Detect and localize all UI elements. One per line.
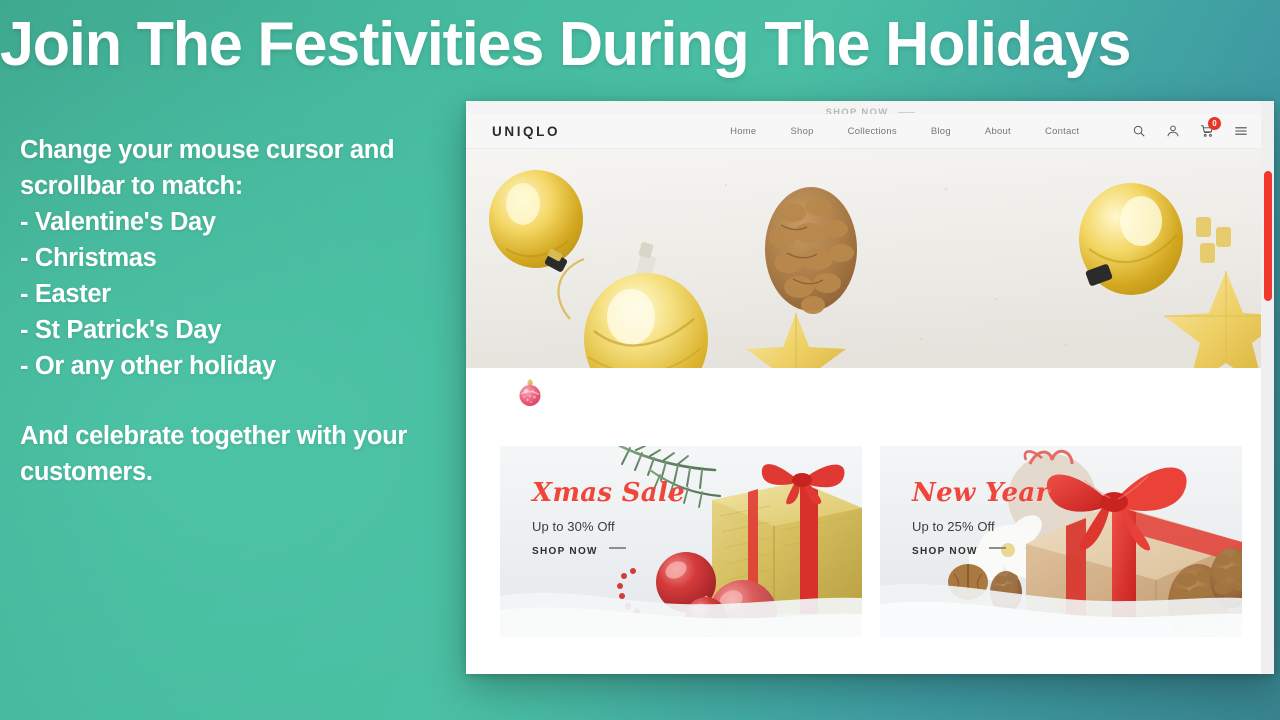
- content-spacer: [466, 368, 1274, 446]
- list-item: - Christmas: [20, 243, 157, 272]
- left-description-panel: Change your mouse cursor and scrollbar t…: [20, 133, 460, 491]
- promo-card-title: Xmas Sale: [532, 478, 685, 508]
- list-item: - Valentine's Day: [20, 207, 216, 236]
- site-logo[interactable]: UNIQLO: [492, 124, 560, 139]
- promo-card-subtitle: Up to 30% Off: [532, 519, 615, 534]
- promo-card-new-year[interactable]: New Year Up to 25% Off SHOP NOW: [880, 446, 1242, 637]
- account-icon[interactable]: [1166, 124, 1180, 138]
- list-item: - Or any other holiday: [20, 351, 276, 380]
- list-item: - St Patrick's Day: [20, 315, 222, 344]
- cta-dash-decoration: [988, 547, 1006, 549]
- promo-card-text-xmas: Xmas Sale Up to 30% Off SHOP NOW: [500, 446, 862, 557]
- cta-dash-decoration: [608, 547, 626, 549]
- promo-card-shop-now-link[interactable]: SHOP NOW: [532, 546, 598, 557]
- nav-link-blog[interactable]: Blog: [914, 126, 968, 137]
- top-promo-bar: SHOP NOW: [466, 101, 1274, 114]
- cart-icon[interactable]: 0: [1200, 117, 1221, 138]
- promo-card-title: New Year: [912, 478, 1050, 508]
- hamburger-menu-icon[interactable]: [1234, 124, 1248, 138]
- promo-card-xmas-sale[interactable]: Xmas Sale Up to 30% Off SHOP NOW: [500, 446, 862, 637]
- primary-navigation: Home Shop Collections Blog About Contact: [713, 126, 1096, 137]
- lead-text: Change your mouse cursor and scrollbar t…: [20, 136, 395, 200]
- closing-text: And celebrate together with your custome…: [20, 421, 407, 486]
- hero-banner-image[interactable]: [466, 149, 1274, 368]
- promo-card-subtitle: Up to 25% Off: [912, 519, 995, 534]
- nav-link-contact[interactable]: Contact: [1028, 126, 1097, 137]
- nav-link-about[interactable]: About: [968, 126, 1028, 137]
- promo-card-shop-now-link[interactable]: SHOP NOW: [912, 546, 978, 557]
- promo-dash-decoration: [897, 112, 915, 113]
- site-navbar: UNIQLO Home Shop Collections Blog About …: [466, 114, 1274, 149]
- page-footer-area: [466, 637, 1274, 674]
- nav-link-shop[interactable]: Shop: [773, 126, 830, 137]
- promo-cards-row: Xmas Sale Up to 30% Off SHOP NOW New Yea…: [466, 446, 1274, 637]
- promo-card-text-new-year: New Year Up to 25% Off SHOP NOW: [880, 446, 1242, 557]
- custom-scrollbar-track[interactable]: [1261, 101, 1274, 674]
- promo-shop-now-label[interactable]: SHOP NOW: [825, 107, 888, 114]
- nav-link-collections[interactable]: Collections: [831, 126, 914, 137]
- cart-count-badge: 0: [1208, 117, 1221, 130]
- list-item: - Easter: [20, 279, 111, 308]
- holiday-list: - Valentine's Day - Christmas - Easter -…: [20, 205, 460, 385]
- navbar-icon-group: 0: [1132, 117, 1252, 138]
- nav-link-home[interactable]: Home: [713, 126, 773, 137]
- browser-window-mockup: SHOP NOW UNIQLO Home Shop Collections Bl…: [466, 101, 1274, 674]
- custom-scrollbar-thumb[interactable]: [1263, 171, 1272, 301]
- search-icon[interactable]: [1132, 124, 1146, 138]
- page-title: Join The Festivities During The Holidays: [0, 10, 1131, 79]
